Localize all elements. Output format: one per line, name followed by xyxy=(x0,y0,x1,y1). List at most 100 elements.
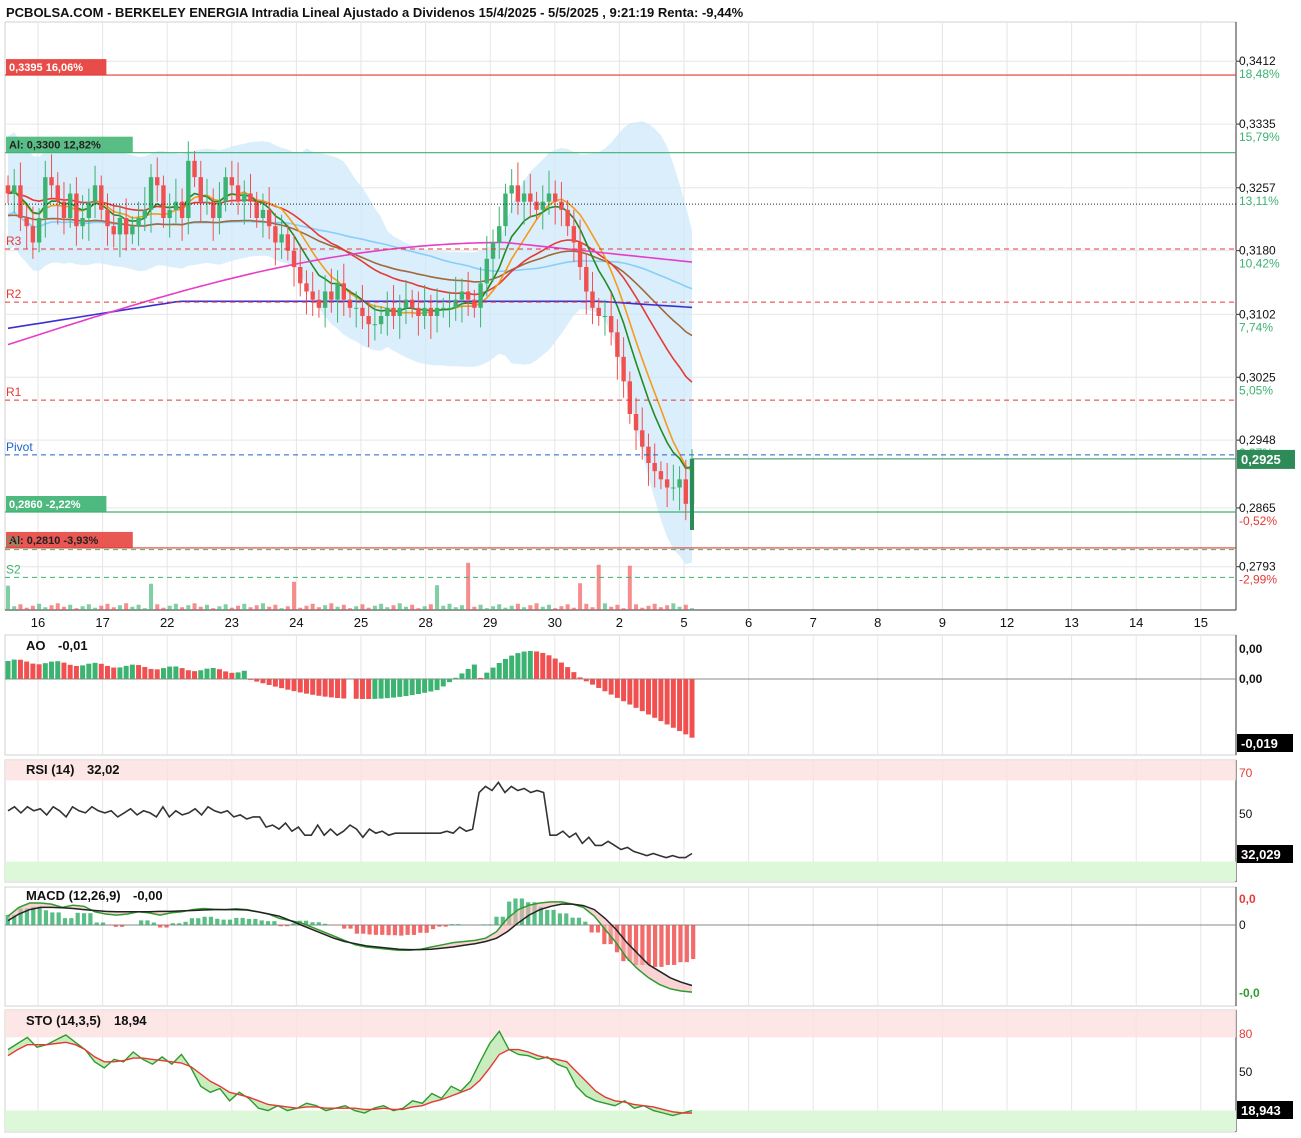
ao-bar xyxy=(446,679,452,683)
volume-bar xyxy=(155,604,160,610)
x-tick-label: 13 xyxy=(1064,615,1078,630)
sto-label: STO (14,3,5) xyxy=(26,1013,101,1028)
ao-bar xyxy=(391,679,397,698)
macd-hist-bar xyxy=(380,925,385,935)
macd-hist-bar xyxy=(50,912,55,925)
volume-bar xyxy=(671,603,676,610)
ao-bar xyxy=(677,679,683,732)
ao-bar xyxy=(36,664,42,679)
volume-bar xyxy=(186,605,191,610)
candle-body xyxy=(335,283,340,300)
volume-bar xyxy=(211,608,216,610)
ao-bar xyxy=(148,668,154,679)
macd-tick-label: 0 xyxy=(1239,918,1246,932)
macd-hist-bar xyxy=(259,920,264,925)
macd-tick-label: -0,0 xyxy=(1239,986,1260,1000)
x-tick-label: 23 xyxy=(225,615,239,630)
ao-bar xyxy=(397,679,403,697)
macd-hist-bar xyxy=(100,922,106,925)
ao-tick-label: 0,00 xyxy=(1239,642,1263,656)
ao-bar xyxy=(509,655,515,679)
chart-canvas[interactable]: 0,3395 16,06% Al: 0,3300 12,82% 0,2860 -2,… xyxy=(0,0,1301,1138)
candle-body xyxy=(391,307,396,316)
volume-bar xyxy=(515,603,520,610)
ao-bar xyxy=(552,658,558,679)
volume-bar xyxy=(590,607,595,610)
volume-bar xyxy=(49,605,54,610)
candle-body xyxy=(229,177,235,186)
ao-bar xyxy=(471,664,477,679)
macd-hist-bar xyxy=(227,919,233,925)
ao-bar xyxy=(160,668,166,679)
volume-bar xyxy=(93,607,98,610)
macd-hist-bar xyxy=(253,918,258,925)
candle-body xyxy=(260,209,266,218)
volume-bar xyxy=(503,607,508,610)
candle-body xyxy=(608,316,614,333)
candle-body xyxy=(347,299,353,308)
macd-hist-bar xyxy=(405,925,410,935)
x-tick-label: 24 xyxy=(289,615,303,630)
macd-hist-bar xyxy=(348,925,353,929)
ao-bar xyxy=(353,679,359,699)
candle-body xyxy=(266,209,272,227)
volume-bar xyxy=(366,607,371,610)
candle-body xyxy=(615,332,620,357)
ao-bar xyxy=(216,669,222,679)
candle-body xyxy=(559,201,564,210)
ao-bar xyxy=(86,663,92,679)
ao-bar xyxy=(173,666,179,679)
candle-body xyxy=(142,209,147,218)
ao-bar xyxy=(123,665,129,679)
volume-bar xyxy=(329,603,334,610)
volume-bar xyxy=(447,603,452,610)
macd-hist-bar xyxy=(354,925,359,934)
volume-bar xyxy=(6,585,10,610)
candle-body xyxy=(409,299,415,308)
volume-bar xyxy=(472,606,477,610)
macd-hist-bar xyxy=(551,909,556,925)
macd-hist-bar xyxy=(652,925,658,967)
candle-body xyxy=(198,177,203,202)
sto-value: 18,94 xyxy=(114,1013,147,1028)
ao-bar xyxy=(223,671,229,679)
candle-body xyxy=(99,185,104,210)
ao-bar xyxy=(440,679,446,687)
candle-body xyxy=(186,160,191,218)
candle-body xyxy=(155,177,160,186)
volume-bar xyxy=(304,605,309,610)
ao-bar xyxy=(167,666,173,679)
candle-body xyxy=(211,201,216,218)
ao-bar xyxy=(415,679,421,695)
volume-bar xyxy=(323,605,328,610)
candle-body xyxy=(130,226,135,235)
macd-hist-bar xyxy=(81,913,87,925)
ao-bar xyxy=(384,679,390,699)
macd-hist-bar xyxy=(418,925,423,933)
volume-bar xyxy=(391,605,396,610)
ao-bar xyxy=(73,666,79,679)
candle-body xyxy=(123,218,129,235)
current-price-label: 0,2925 xyxy=(1241,452,1281,467)
volume-bar xyxy=(478,604,483,610)
rsi-current-label: 32,029 xyxy=(1241,847,1281,862)
volume-bar xyxy=(397,603,402,610)
ao-bar xyxy=(540,652,546,679)
ao-bar xyxy=(17,659,23,679)
volume-bar xyxy=(615,604,620,610)
volume-bar xyxy=(435,585,440,610)
x-tick-label: 16 xyxy=(31,615,45,630)
candle-body xyxy=(136,218,141,227)
macd-hist-bar xyxy=(69,918,74,925)
macd-hist-bar xyxy=(240,917,245,925)
ao-bar xyxy=(577,677,583,679)
candle-body xyxy=(111,226,116,235)
volume-bar xyxy=(149,583,154,610)
volume-bar xyxy=(217,606,222,610)
ao-bar xyxy=(192,671,198,679)
x-tick-label: 9 xyxy=(939,615,946,630)
price-tick-label: 0,3257 xyxy=(1239,181,1276,195)
candle-body xyxy=(117,218,123,235)
ao-bar xyxy=(521,651,527,679)
macd-hist-bar xyxy=(284,925,290,927)
